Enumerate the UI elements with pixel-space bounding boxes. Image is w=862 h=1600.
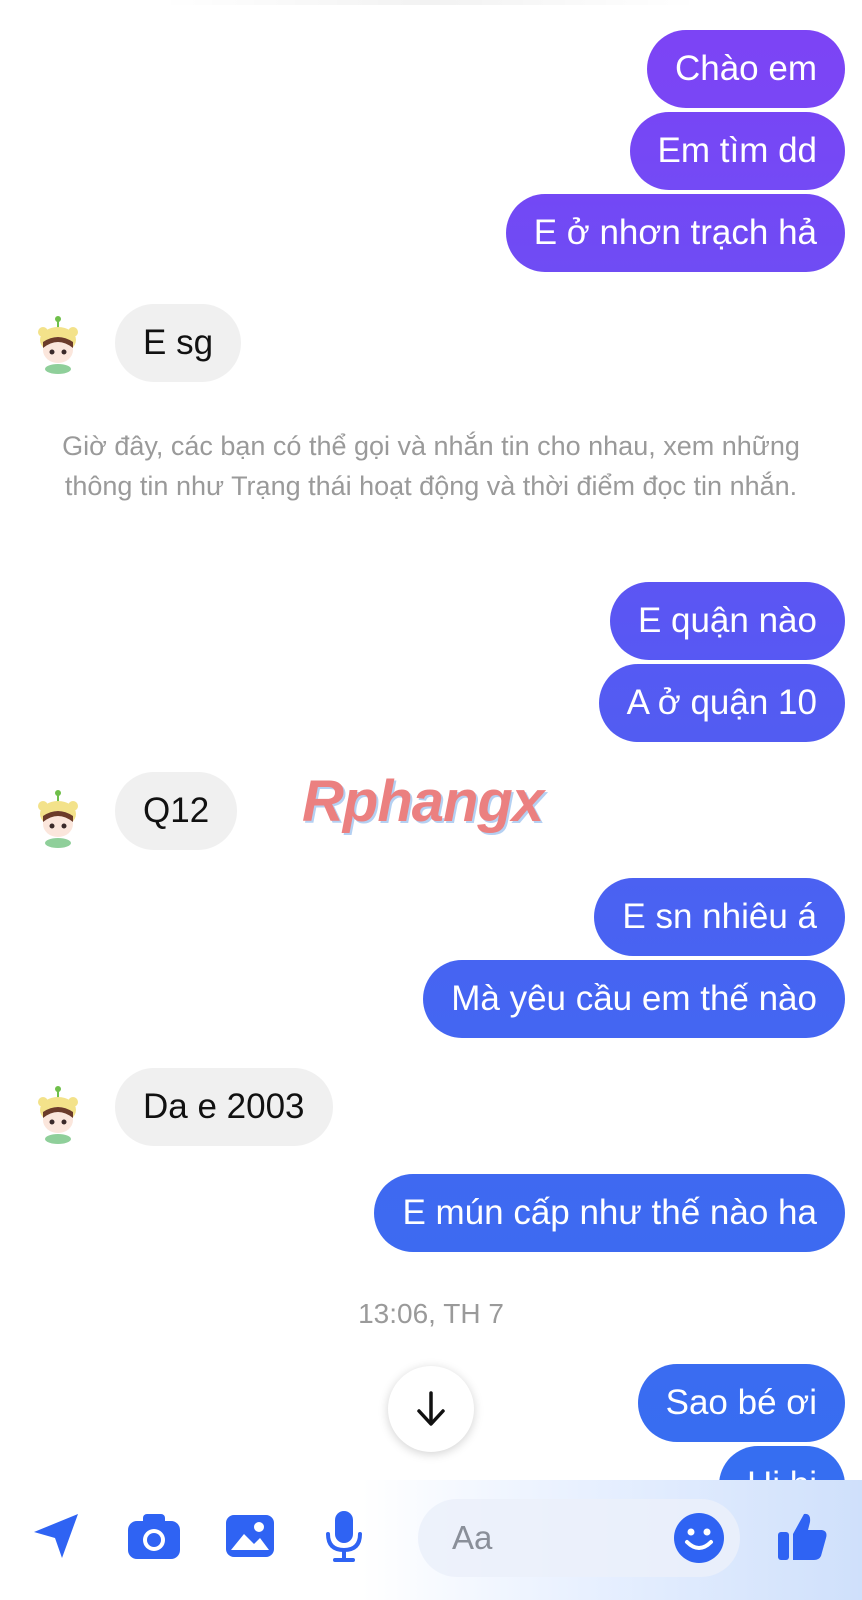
system-notice: Giờ đây, các bạn có thể gọi và nhắn tin … [62, 431, 800, 501]
contact-avatar[interactable] [34, 788, 82, 848]
scroll-to-bottom-button[interactable] [388, 1366, 474, 1452]
message-input[interactable]: Aa [418, 1499, 740, 1577]
camera-icon[interactable] [122, 1504, 186, 1568]
message-bubble-incoming[interactable]: E sg [115, 304, 242, 382]
message-bubble-incoming[interactable]: Da e 2003 [115, 1068, 333, 1146]
message-bubble-outgoing[interactable]: E quận nào [609, 582, 845, 660]
contact-avatar[interactable] [34, 314, 82, 374]
chat-screen: Chào em Em tìm dd E ở nhơn trạch hả E sg… [0, 0, 862, 1600]
send-location-icon[interactable] [24, 1504, 88, 1568]
message-bubble-incoming[interactable]: Q12 [115, 772, 238, 850]
image-icon[interactable] [218, 1504, 282, 1568]
message-bubble-outgoing[interactable]: E ở nhơn trạch hả [505, 194, 845, 272]
contact-avatar[interactable] [34, 1084, 82, 1144]
top-fade [160, 0, 700, 5]
message-bubble-outgoing[interactable]: Chào em [646, 30, 845, 108]
message-input-placeholder: Aa [452, 1519, 493, 1556]
timestamp: 13:06, TH 7 [358, 1298, 504, 1329]
microphone-icon[interactable] [312, 1504, 376, 1568]
message-bubble-outgoing[interactable]: E mún cấp như thế nào ha [374, 1174, 845, 1252]
message-bubble-outgoing[interactable]: E sn nhiêu á [594, 878, 845, 956]
emoji-icon[interactable] [672, 1511, 726, 1565]
message-bubble-outgoing[interactable]: Sao bé ơi [637, 1364, 845, 1442]
arrow-down-icon [417, 1391, 445, 1426]
message-bubble-outgoing[interactable]: Mà yêu cầu em thế nào [423, 960, 845, 1038]
thumbs-up-icon[interactable] [770, 1504, 834, 1568]
watermark: Rphangx [302, 769, 544, 834]
message-composer: Aa [0, 1480, 862, 1600]
message-bubble-outgoing[interactable]: Em tìm dd [629, 112, 845, 190]
message-bubble-outgoing[interactable]: A ở quận 10 [598, 664, 845, 742]
